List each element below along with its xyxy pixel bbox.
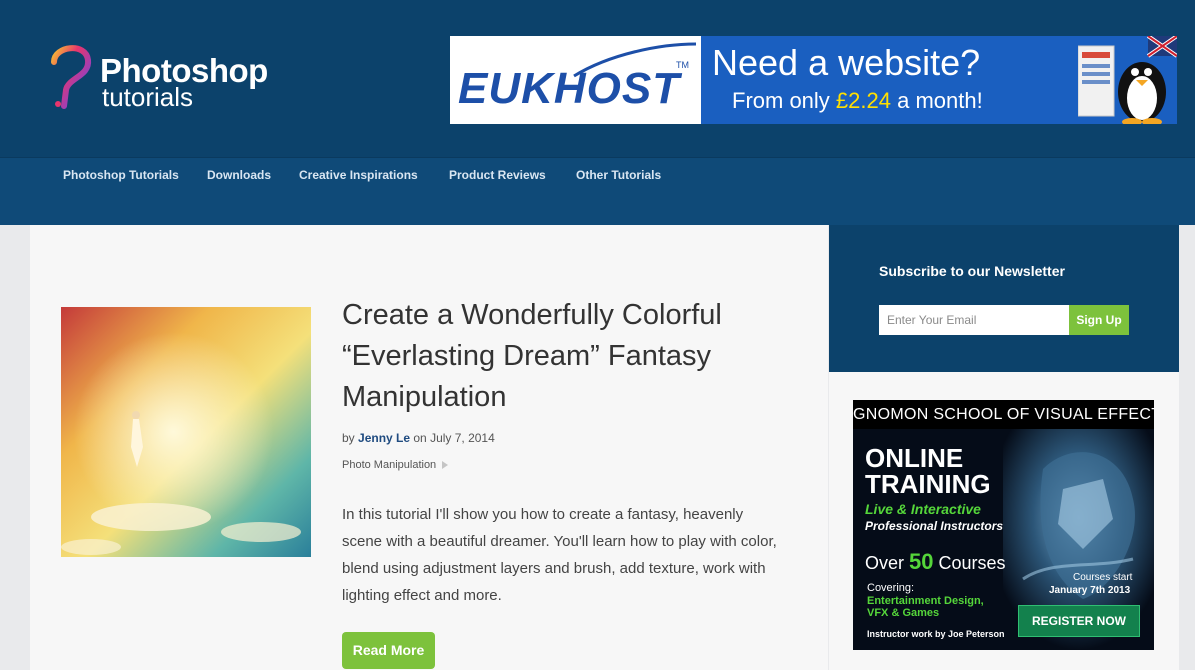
eukhost-logo-panel: EUKHOST TM (450, 36, 701, 124)
post-category[interactable]: Photo Manipulation (342, 459, 449, 471)
gnomon-courses: Over 50 Courses (865, 549, 1006, 575)
gnomon-start-date: January 7th 2013 (1049, 585, 1131, 596)
gnomon-topic-2: VFX & Games (867, 607, 940, 619)
penguin-mascot-icon (1078, 36, 1177, 124)
post-date: July 7, 2014 (430, 431, 495, 445)
logo-text-tutorials: tutorials (102, 82, 194, 112)
gnomon-topic-1: Entertainment Design, (867, 595, 984, 607)
author-link[interactable]: Jenny Le (358, 431, 410, 445)
gnomon-covering: Covering: (867, 582, 915, 594)
post-area: Create a Wonderfully Colorful “Everlasti… (30, 225, 828, 670)
ad-subline: From only £2.24 a month! (732, 88, 983, 114)
newsletter-widget: Subscribe to our Newsletter Sign Up (829, 225, 1179, 372)
email-input[interactable] (879, 305, 1069, 335)
gnomon-ad[interactable]: GNOMON SCHOOL OF VISUAL EFFECTS ONLINE T… (853, 400, 1154, 650)
ad-sub-suffix: a month! (890, 88, 983, 113)
nav-item-creative-inspirations[interactable]: Creative Inspirations (299, 168, 418, 182)
nav-item-product-reviews[interactable]: Product Reviews (449, 168, 546, 182)
site-logo[interactable]: Photoshop tutorials (46, 40, 286, 116)
eukhost-ad-banner[interactable]: EUKHOST TM Need a website? From only £2.… (450, 36, 1177, 124)
gnomon-credit: Instructor work by Joe Peterson (867, 629, 1005, 639)
gnomon-training: TRAINING (865, 469, 991, 499)
post-thumbnail[interactable] (61, 307, 311, 557)
post-byline: by Jenny Le on July 7, 2014 (342, 431, 495, 445)
gnomon-live: Live & Interactive (865, 501, 981, 517)
byline-by: by (342, 431, 359, 445)
register-now-button[interactable]: REGISTER NOW (1018, 605, 1140, 637)
ad-headline: Need a website? (712, 42, 981, 83)
gnomon-online: ONLINE (865, 443, 964, 473)
logo-swirl-icon (51, 45, 92, 109)
gnomon-courses-word: Courses (933, 553, 1006, 573)
sign-up-button[interactable]: Sign Up (1069, 305, 1129, 335)
byline-on: on (410, 431, 431, 445)
gnomon-start-label: Courses start (1073, 572, 1133, 583)
main-nav: Photoshop Tutorials Downloads Creative I… (0, 157, 1195, 225)
category-arrow-icon (442, 461, 449, 470)
nav-item-photoshop-tutorials[interactable]: Photoshop Tutorials (63, 168, 179, 182)
category-label[interactable]: Photo Manipulation (342, 459, 436, 471)
site-header: Photoshop tutorials EUKHOST TM Need a we… (0, 0, 1195, 157)
eukhost-brand: EUKHOST (458, 64, 681, 113)
trademark-mark: TM (676, 60, 689, 70)
gnomon-course-count: 50 (909, 549, 934, 574)
read-more-button[interactable]: Read More (342, 632, 435, 669)
nav-item-other-tutorials[interactable]: Other Tutorials (576, 168, 661, 182)
gnomon-over: Over (865, 553, 910, 573)
gnomon-ad-header: GNOMON SCHOOL OF VISUAL EFFECTS (853, 400, 1154, 429)
post-title[interactable]: Create a Wonderfully Colorful “Everlasti… (342, 295, 802, 418)
nav-item-downloads[interactable]: Downloads (207, 168, 271, 182)
ad-sub-prefix: From only (732, 88, 836, 113)
newsletter-title: Subscribe to our Newsletter (879, 263, 1065, 279)
ad-price: £2.24 (835, 88, 891, 113)
post-excerpt: In this tutorial I'll show you how to cr… (342, 506, 777, 604)
gnomon-professional: Professional Instructors (865, 519, 1004, 533)
